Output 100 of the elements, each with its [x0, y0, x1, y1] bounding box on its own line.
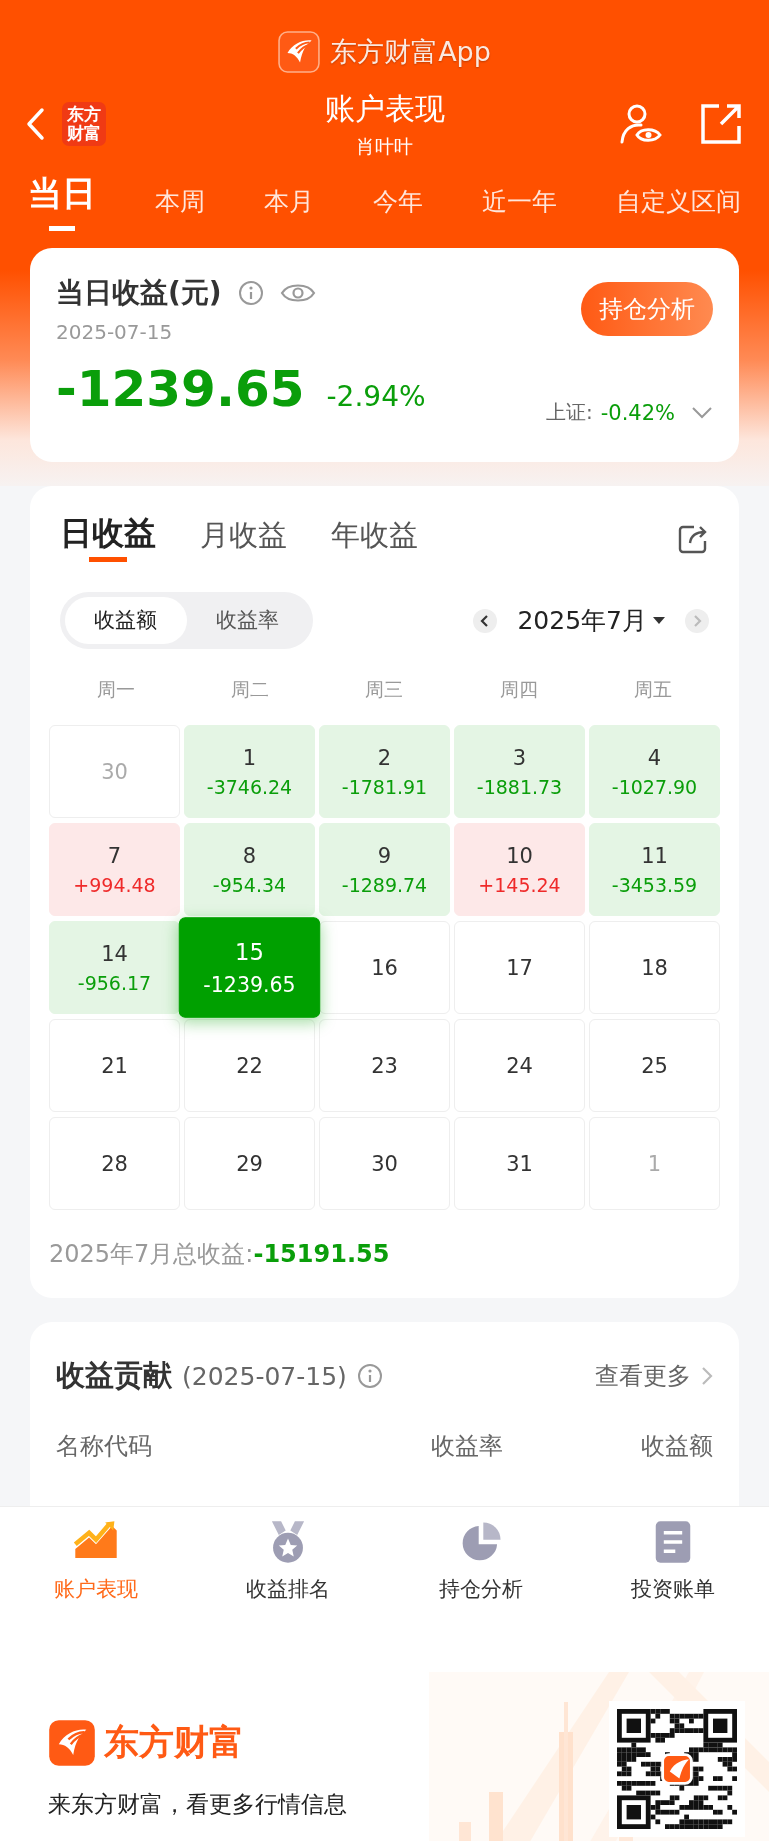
calendar-day[interactable]: 16	[319, 921, 450, 1014]
calendar-day[interactable]: 22	[184, 1019, 315, 1112]
day-number: 1	[242, 745, 257, 770]
day-profit: -3746.24	[206, 775, 293, 798]
calendar-day[interactable]: 4 -1027.90	[589, 725, 720, 818]
share-icon[interactable]	[699, 102, 743, 146]
column-header: 名称代码	[56, 1431, 152, 1462]
summary-title: 当日收益(元)	[56, 275, 222, 311]
day-number: 24	[506, 1053, 533, 1078]
calendar-day[interactable]: 29	[184, 1117, 315, 1210]
day-number: 23	[371, 1053, 398, 1078]
share-icon[interactable]	[677, 523, 709, 555]
day-profit: -3453.59	[611, 873, 698, 896]
day-number: 15	[235, 939, 264, 966]
calendar-day[interactable]: 30	[319, 1117, 450, 1210]
day-profit: +145.24	[478, 873, 561, 896]
day-number: 18	[641, 955, 668, 980]
calendar-day[interactable]: 7 +994.48	[49, 823, 180, 916]
day-number: 22	[236, 1053, 263, 1078]
qr-code-icon	[617, 1709, 737, 1829]
calendar-day[interactable]: 3 -1881.73	[454, 725, 585, 818]
page-title: 账户表现	[324, 89, 445, 128]
toggle-option[interactable]: 收益率	[186, 597, 308, 644]
nav-tab[interactable]: 收益排名	[192, 1507, 385, 1627]
caret-icon	[653, 616, 665, 625]
calendar-day[interactable]: 9 -1289.74	[319, 823, 450, 916]
month-selector[interactable]: 2025年7月	[517, 604, 665, 637]
account-name: 肖叶叶	[356, 133, 413, 159]
day-number: 8	[242, 843, 257, 868]
day-profit: -1239.65	[203, 971, 296, 996]
day-profit: -1289.74	[341, 873, 428, 896]
brand-badge: 东方财富	[62, 102, 106, 146]
day-number: 30	[371, 1151, 398, 1176]
calendar-day[interactable]: 24	[454, 1019, 585, 1112]
section-title: 收益贡献	[56, 1357, 172, 1394]
day-number: 28	[101, 1151, 128, 1176]
day-number: 30	[101, 759, 128, 784]
day-profit: -956.17	[77, 971, 152, 994]
index-label: 上证:	[545, 399, 593, 426]
day-number: 7	[107, 843, 122, 868]
weekday-label: 周四	[498, 677, 539, 702]
brand-name: 东方财富	[104, 1721, 244, 1764]
chevron-down-icon[interactable]	[691, 405, 713, 420]
month-total-value: -15191.55	[253, 1240, 390, 1268]
calendar-day[interactable]: 8 -954.34	[184, 823, 315, 916]
daily-profit: -1239.65	[56, 360, 305, 418]
info-icon[interactable]	[237, 280, 264, 306]
nav-tab[interactable]: 持仓分析	[384, 1507, 577, 1627]
eye-icon[interactable]	[279, 281, 316, 305]
info-icon[interactable]	[356, 1363, 383, 1389]
weekday-label: 周三	[364, 677, 405, 702]
calendar-day[interactable]: 21	[49, 1019, 180, 1112]
day-profit: +994.48	[73, 873, 156, 896]
day-number: 21	[101, 1053, 128, 1078]
column-header: 收益率	[430, 1431, 503, 1462]
day-number: 3	[512, 745, 527, 770]
weekday-label: 周一	[96, 677, 137, 702]
day-number: 2	[377, 745, 392, 770]
day-number: 9	[377, 843, 392, 868]
calendar-day[interactable]: 25	[589, 1019, 720, 1112]
calendar-day[interactable]: 31	[454, 1117, 585, 1210]
calendar-day[interactable]: 1 -3746.24	[184, 725, 315, 818]
nav-tab[interactable]: 投资账单	[576, 1507, 769, 1627]
calendar-day[interactable]: 11 -3453.59	[589, 823, 720, 916]
profit-tab[interactable]: 月收益	[200, 516, 287, 562]
day-number: 17	[506, 955, 533, 980]
calendar-day[interactable]: 2 -1781.91	[319, 725, 450, 818]
day-profit: -954.34	[212, 873, 287, 896]
calendar-day[interactable]: 18	[589, 921, 720, 1014]
person-eye-icon[interactable]	[619, 102, 663, 146]
view-more-link[interactable]: 查看更多	[595, 1360, 713, 1392]
month-total-label: 2025年7月总收益:	[49, 1240, 254, 1268]
day-number: 14	[101, 941, 128, 966]
day-profit: -1781.91	[341, 775, 428, 798]
previous-month-icon[interactable]	[473, 608, 498, 633]
daily-return: -2.94%	[326, 380, 426, 413]
column-header: 收益额	[641, 1431, 713, 1462]
next-month-icon[interactable]	[685, 608, 709, 633]
summary-date: 2025-07-15	[56, 320, 174, 344]
profit-tab[interactable]: 年收益	[331, 516, 418, 562]
calendar-day[interactable]: 14 -956.17	[49, 921, 180, 1014]
day-number: 10	[506, 843, 533, 868]
day-number: 16	[371, 955, 398, 980]
index-change: -0.42%	[600, 400, 675, 425]
day-number: 1	[647, 1151, 662, 1176]
day-number: 29	[236, 1151, 263, 1176]
chevron-right-icon	[701, 1366, 713, 1386]
day-number: 4	[647, 745, 662, 770]
back-icon[interactable]	[26, 107, 46, 141]
day-profit: -1027.90	[611, 775, 698, 798]
day-profit: -1881.73	[476, 775, 563, 798]
tagline: 来东方财富，看更多行情信息	[48, 1789, 347, 1819]
calendar-day[interactable]: 17	[454, 921, 585, 1014]
calendar-day[interactable]: 28	[49, 1117, 180, 1210]
app-title: 东方财富App	[330, 35, 491, 69]
toggle-option[interactable]: 收益额	[65, 597, 187, 644]
day-number: 25	[641, 1053, 668, 1078]
calendar-day[interactable]: 23	[319, 1019, 450, 1112]
calendar-day[interactable]: 10 +145.24	[454, 823, 585, 916]
day-number: 11	[641, 843, 668, 868]
